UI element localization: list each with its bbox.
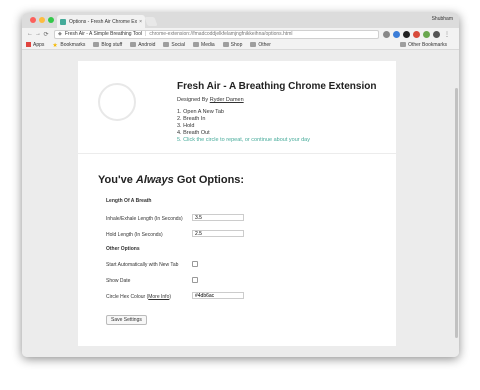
options-heading: You've Always Got Options: xyxy=(98,174,245,186)
reload-icon[interactable]: ⟳ xyxy=(42,31,50,38)
step-4: 4. Breath Out xyxy=(177,130,210,136)
bookmark-blog-stuff[interactable]: Blog stuff xyxy=(93,42,122,48)
apps-grid-icon xyxy=(26,42,31,47)
folder-icon xyxy=(93,42,100,47)
bookmark-media[interactable]: Media xyxy=(193,42,215,48)
auto-start-row: Start Automatically with New Tab xyxy=(106,260,396,276)
bookmark-social[interactable]: Social xyxy=(163,42,185,48)
breathing-circle[interactable] xyxy=(98,83,136,121)
auto-start-checkbox[interactable] xyxy=(192,261,198,267)
profile-name[interactable]: Shubham xyxy=(432,16,453,22)
tab-title: Options - Fresh Air Chrome Ex xyxy=(69,18,138,25)
page-scrollbar[interactable] xyxy=(455,88,458,338)
show-date-row: Show Date xyxy=(106,276,396,292)
close-window-button[interactable] xyxy=(30,17,36,23)
author-link[interactable]: Ryder Damen xyxy=(210,97,244,103)
extension-icon-6[interactable] xyxy=(433,30,440,38)
minimize-window-button[interactable] xyxy=(39,17,45,23)
extension-icons: ⋮ xyxy=(383,30,451,38)
menu-icon[interactable]: ⋮ xyxy=(443,31,451,38)
tab-close-icon[interactable]: × xyxy=(139,19,142,25)
byline: Designed By Ryder Damen xyxy=(177,97,244,103)
folder-icon xyxy=(163,42,170,47)
extension-icon-5[interactable] xyxy=(423,30,430,38)
page-content: Fresh Air - A Breathing Chrome Extension… xyxy=(22,50,459,357)
bookmark-bookmarks[interactable]: ★ Bookmarks xyxy=(52,42,85,50)
show-date-checkbox[interactable] xyxy=(192,277,198,283)
folder-icon xyxy=(193,42,200,47)
browser-toolbar: ← → ⟳ ◆ Fresh Air - A Simple Breathing T… xyxy=(22,28,459,40)
hold-label: Hold Length (In Seconds) xyxy=(106,232,163,238)
forward-icon[interactable]: → xyxy=(34,31,42,37)
step-1: 1. Open A New Tab xyxy=(177,109,224,115)
hex-colour-label: Circle Hex Colour (More Info) xyxy=(106,294,172,300)
maximize-window-button[interactable] xyxy=(48,17,54,23)
address-bar[interactable]: ◆ Fresh Air - A Simple Breathing Tool | … xyxy=(54,29,379,39)
bookmark-shop[interactable]: Shop xyxy=(222,42,242,48)
hold-input[interactable] xyxy=(192,230,244,237)
folder-icon xyxy=(130,42,137,47)
bookmark-apps[interactable]: Apps xyxy=(26,42,44,48)
step-2: 2. Breath In xyxy=(177,116,206,122)
extension-icon-3[interactable] xyxy=(403,30,410,38)
folder-icon xyxy=(400,42,407,47)
tab-options[interactable]: Options - Fresh Air Chrome Ex × xyxy=(57,15,145,28)
extension-favicon-icon xyxy=(60,18,66,25)
browser-window: Options - Fresh Air Chrome Ex × Shubham … xyxy=(22,13,459,357)
star-icon: ★ xyxy=(52,43,58,49)
bookmark-android[interactable]: Android xyxy=(130,42,155,48)
more-info-link[interactable]: More Info xyxy=(148,294,169,300)
bookmarks-bar: Apps ★ Bookmarks Blog stuff Android Socia… xyxy=(22,40,459,50)
new-tab-button[interactable] xyxy=(144,17,158,26)
tab-bar: Options - Fresh Air Chrome Ex × Shubham xyxy=(22,13,459,28)
inhale-label: Inhale/Exhale Length (In Seconds) xyxy=(106,216,183,222)
back-icon[interactable]: ← xyxy=(26,31,34,37)
hold-row: Hold Length (In Seconds) xyxy=(106,230,396,246)
options-form: You've Always Got Options: Length Of A B… xyxy=(78,154,396,346)
extension-icon: ◆ xyxy=(58,31,62,37)
show-date-label: Show Date xyxy=(106,278,131,284)
step-5-note: 5. Click the circle to repeat, or contin… xyxy=(177,137,310,143)
bookmark-other[interactable]: Other xyxy=(250,42,271,48)
extension-icon-4[interactable] xyxy=(413,30,420,38)
other-bookmarks[interactable]: Other Bookmarks xyxy=(400,42,447,48)
save-settings-button[interactable]: Save Settings xyxy=(106,315,147,325)
extension-header: Fresh Air - A Breathing Chrome Extension… xyxy=(78,61,396,154)
step-3: 3. Hold xyxy=(177,123,195,129)
extension-icon-2[interactable] xyxy=(393,30,400,38)
hex-colour-input[interactable] xyxy=(192,292,244,299)
options-panel: Fresh Air - A Breathing Chrome Extension… xyxy=(78,61,396,346)
extension-icon-1[interactable] xyxy=(383,30,390,38)
folder-icon xyxy=(222,42,229,47)
folder-icon xyxy=(250,42,257,47)
section-breath-length: Length Of A Breath xyxy=(106,198,152,204)
hex-colour-row: Circle Hex Colour (More Info) xyxy=(106,292,396,308)
instructions-list: 1. Open A New Tab 2. Breath In 3. Hold 4… xyxy=(177,109,310,144)
page-title: Fresh Air - A Breathing Chrome Extension xyxy=(177,81,377,92)
address-separator: | xyxy=(145,31,147,37)
address-url: chrome-extension://fmadcoddjelkfelamjngf… xyxy=(149,31,293,37)
inhale-input[interactable] xyxy=(192,214,244,221)
inhale-row: Inhale/Exhale Length (In Seconds) xyxy=(106,214,396,230)
address-scope: Fresh Air - A Simple Breathing Tool xyxy=(64,31,143,37)
section-other-options: Other Options xyxy=(106,246,140,252)
auto-start-label: Start Automatically with New Tab xyxy=(106,262,179,268)
